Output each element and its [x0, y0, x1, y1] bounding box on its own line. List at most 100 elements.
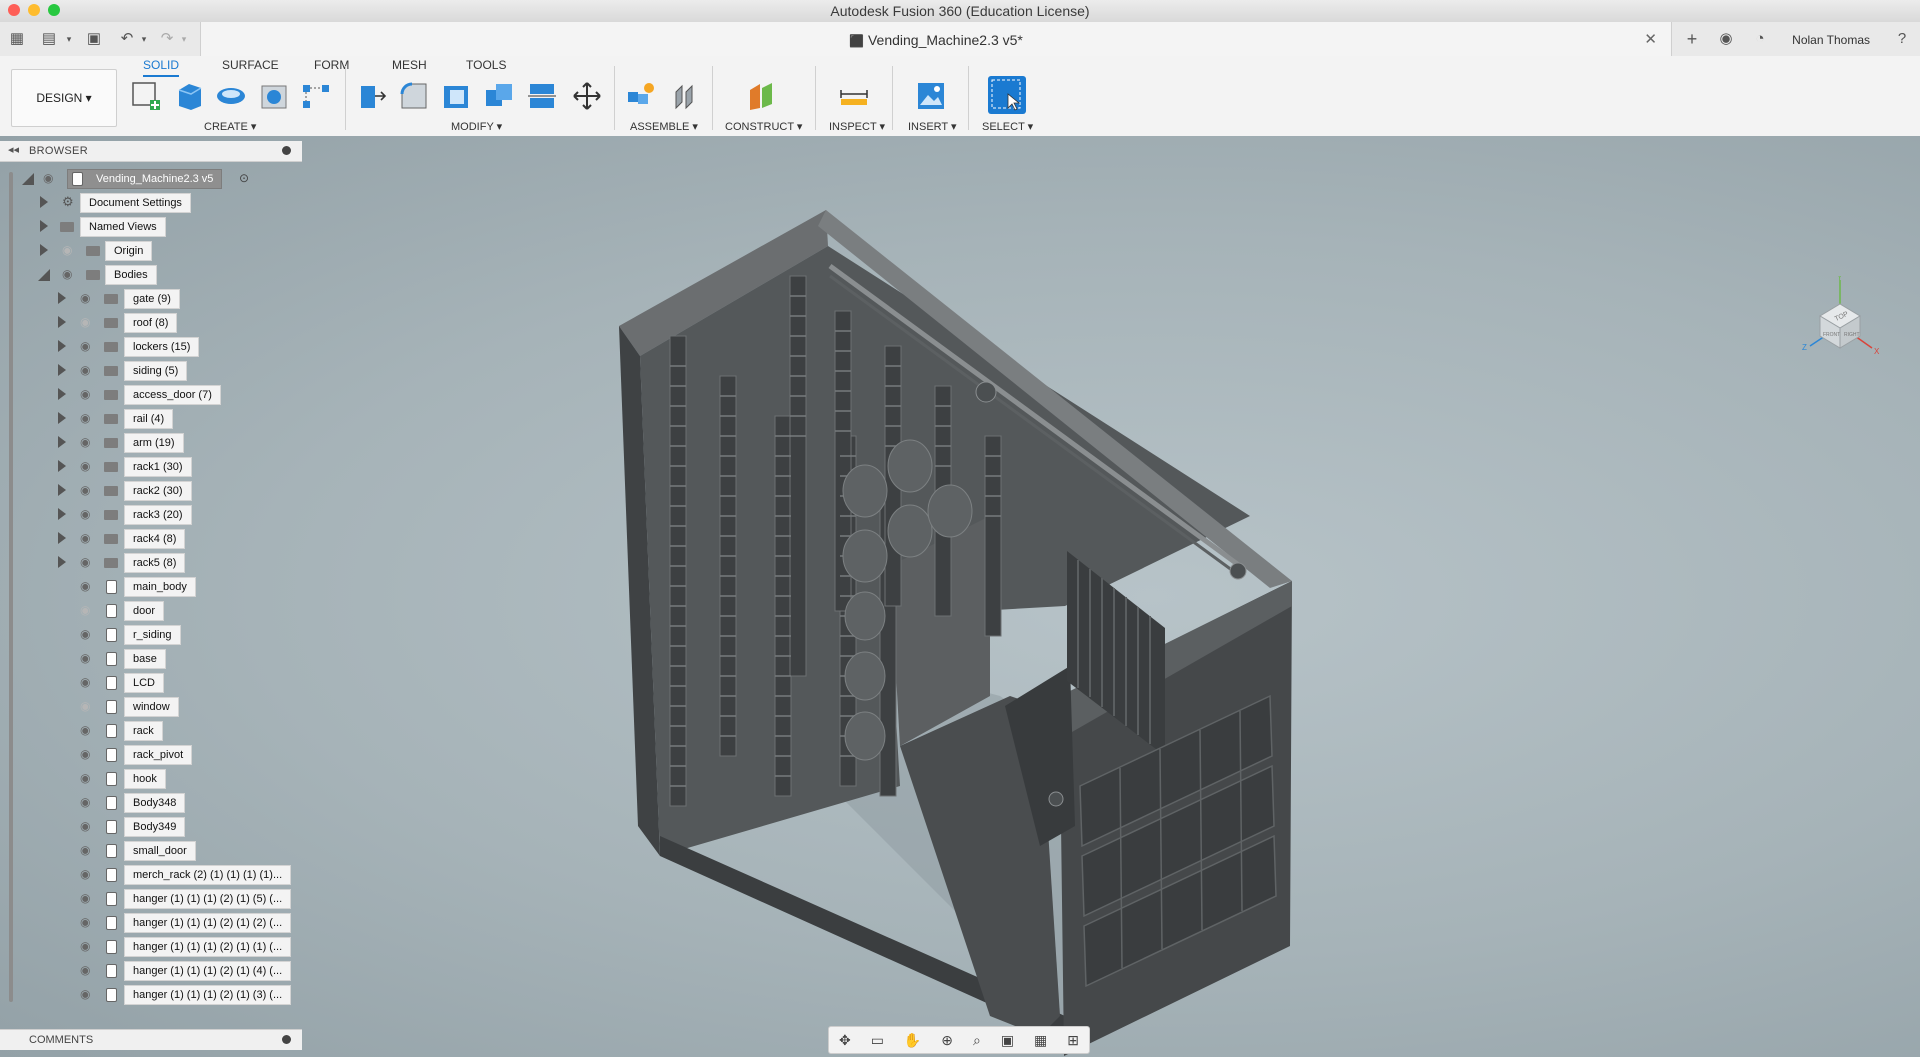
tree-body-item[interactable]: ◉ hanger (1) (1) (1) (2) (1) (1) (...	[0, 937, 302, 957]
inspect-menu[interactable]: INSPECT ▾	[829, 120, 885, 133]
modify-menu[interactable]: MODIFY ▾	[451, 120, 502, 133]
tree-label[interactable]: hanger (1) (1) (1) (2) (1) (2) (...	[124, 913, 292, 933]
tree-label[interactable]: rail (4)	[124, 409, 174, 429]
tree-body-item[interactable]: ◉ base	[0, 649, 302, 669]
expand-arrow-icon[interactable]	[58, 388, 66, 400]
tree-body-item[interactable]: ◉ Body348	[0, 793, 302, 813]
tree-label[interactable]: rack5 (8)	[124, 553, 186, 573]
visibility-eye-icon[interactable]: ◉	[80, 891, 90, 905]
expand-arrow-icon[interactable]	[40, 220, 48, 232]
tree-body-item[interactable]: ◉ hanger (1) (1) (1) (2) (1) (5) (...	[0, 889, 302, 909]
extrude-tool[interactable]	[173, 80, 205, 112]
visibility-eye-icon[interactable]: ◉	[80, 411, 90, 425]
collapse-browser-icon[interactable]: ◂◂	[8, 143, 19, 156]
expand-arrow-icon[interactable]	[58, 508, 66, 520]
view-cube[interactable]: TOP FRONT RIGHT Y Z X	[1790, 276, 1890, 376]
create-menu[interactable]: CREATE ▾	[204, 120, 256, 133]
visibility-eye-icon[interactable]: ◉	[80, 867, 90, 881]
tree-label[interactable]: hanger (1) (1) (1) (2) (1) (4) (...	[124, 961, 292, 981]
tree-body-item[interactable]: ◉ hanger (1) (1) (1) (2) (1) (3) (...	[0, 985, 302, 1005]
visibility-eye-icon[interactable]: ◉	[80, 699, 90, 713]
redo-chevron-icon[interactable]: ▾	[175, 30, 193, 48]
expand-collapse-icon[interactable]	[22, 173, 34, 185]
split-body-tool[interactable]	[526, 80, 558, 112]
tree-label[interactable]: hook	[124, 769, 166, 789]
visibility-eye-icon[interactable]: ◉	[80, 819, 90, 833]
tree-folder-item[interactable]: ◉ access_door (7)	[0, 385, 302, 405]
zoom-icon[interactable]: ⊕	[941, 1032, 953, 1049]
tree-label[interactable]: access_door (7)	[124, 385, 221, 405]
revolve-tool[interactable]	[215, 80, 247, 112]
visibility-eye-icon[interactable]: ◉	[80, 483, 90, 497]
visibility-eye-icon[interactable]: ◉	[62, 267, 72, 281]
insert-menu[interactable]: INSERT ▾	[908, 120, 957, 133]
undo-icon[interactable]: ↶	[118, 30, 136, 48]
expand-arrow-icon[interactable]	[58, 412, 66, 424]
tree-label[interactable]: Document Settings	[80, 193, 191, 213]
press-pull-tool[interactable]	[355, 80, 387, 112]
visibility-eye-icon[interactable]: ◉	[80, 459, 90, 473]
visibility-eye-icon[interactable]: ◉	[80, 387, 90, 401]
tree-folder-item[interactable]: ◉ roof (8)	[0, 313, 302, 333]
user-name[interactable]: Nolan Thomas	[1792, 33, 1870, 47]
visibility-eye-icon[interactable]: ◉	[80, 747, 90, 761]
tree-body-item[interactable]: ◉ main_body	[0, 577, 302, 597]
workspace-switcher-button[interactable]: DESIGN ▾	[11, 69, 117, 127]
tree-label[interactable]: LCD	[124, 673, 165, 693]
measure-tool[interactable]	[838, 80, 870, 112]
display-settings-icon[interactable]: ▣	[1001, 1032, 1014, 1049]
create-sketch-tool[interactable]	[130, 80, 162, 112]
tree-folder-item[interactable]: ◉ siding (5)	[0, 361, 302, 381]
pan-icon[interactable]: ✋	[904, 1032, 921, 1049]
tree-body-item[interactable]: ◉ window	[0, 697, 302, 717]
visibility-eye-icon[interactable]: ◉	[80, 651, 90, 665]
expand-arrow-icon[interactable]	[58, 436, 66, 448]
visibility-eye-icon[interactable]: ◉	[80, 987, 90, 1001]
tree-label[interactable]: hanger (1) (1) (1) (2) (1) (1) (...	[124, 937, 292, 957]
root-component-label[interactable]: Vending_Machine2.3 v5	[67, 169, 223, 189]
fillet-tool[interactable]	[398, 80, 430, 112]
tree-folder-item[interactable]: ◉ rack5 (8)	[0, 553, 302, 573]
document-tab[interactable]: ⬛ Vending_Machine2.3 v5* ✕	[200, 22, 1672, 56]
tree-item-named-views[interactable]: Named Views	[0, 217, 302, 237]
viewcube-front-label[interactable]: FRONT	[1823, 332, 1840, 338]
visibility-eye-icon[interactable]: ◉	[80, 843, 90, 857]
visibility-eye-icon[interactable]: ◉	[80, 435, 90, 449]
expand-arrow-icon[interactable]	[58, 292, 66, 304]
assemble-menu[interactable]: ASSEMBLE ▾	[630, 120, 698, 133]
tree-body-item[interactable]: ◉ rack	[0, 721, 302, 741]
new-tab-icon[interactable]: +	[1683, 30, 1701, 48]
browser-pin-icon[interactable]	[282, 146, 291, 155]
tree-label[interactable]: rack1 (30)	[124, 457, 192, 477]
tree-label[interactable]: main_body	[124, 577, 196, 597]
tab-tools[interactable]: TOOLS	[466, 58, 506, 72]
tree-label[interactable]: arm (19)	[124, 433, 184, 453]
tree-label[interactable]: Body349	[124, 817, 186, 837]
file-menu-icon[interactable]: ▤	[40, 30, 58, 48]
expand-arrow-icon[interactable]	[58, 484, 66, 496]
tree-body-item[interactable]: ◉ merch_rack (2) (1) (1) (1) (1)...	[0, 865, 302, 885]
grid-settings-icon[interactable]: ▦	[1034, 1032, 1047, 1049]
insert-canvas-tool[interactable]	[915, 80, 947, 112]
select-tool[interactable]	[988, 76, 1026, 114]
pattern-tool[interactable]	[300, 80, 332, 112]
expand-arrow-icon[interactable]	[58, 340, 66, 352]
tree-body-item[interactable]: ◉ LCD	[0, 673, 302, 693]
expand-arrow-icon[interactable]	[40, 244, 48, 256]
tree-label[interactable]: door	[124, 601, 165, 621]
visibility-eye-icon[interactable]: ◉	[80, 627, 90, 641]
tree-body-item[interactable]: ◉ small_door	[0, 841, 302, 861]
visibility-eye-icon[interactable]: ◉	[80, 771, 90, 785]
tree-folder-item[interactable]: ◉ rail (4)	[0, 409, 302, 429]
tree-item-origin[interactable]: ◉ Origin	[0, 241, 302, 261]
tree-body-item[interactable]: ◉ Body349	[0, 817, 302, 837]
collapse-arrow-icon[interactable]	[38, 269, 50, 281]
select-menu[interactable]: SELECT ▾	[982, 120, 1033, 133]
tree-label[interactable]: rack_pivot	[124, 745, 193, 765]
tree-label[interactable]: rack4 (8)	[124, 529, 186, 549]
tree-label[interactable]: small_door	[124, 841, 196, 861]
visibility-eye-icon[interactable]: ◉	[80, 291, 90, 305]
tree-folder-item[interactable]: ◉ gate (9)	[0, 289, 302, 309]
help-icon[interactable]: ?	[1893, 30, 1911, 48]
tree-folder-item[interactable]: ◉ lockers (15)	[0, 337, 302, 357]
